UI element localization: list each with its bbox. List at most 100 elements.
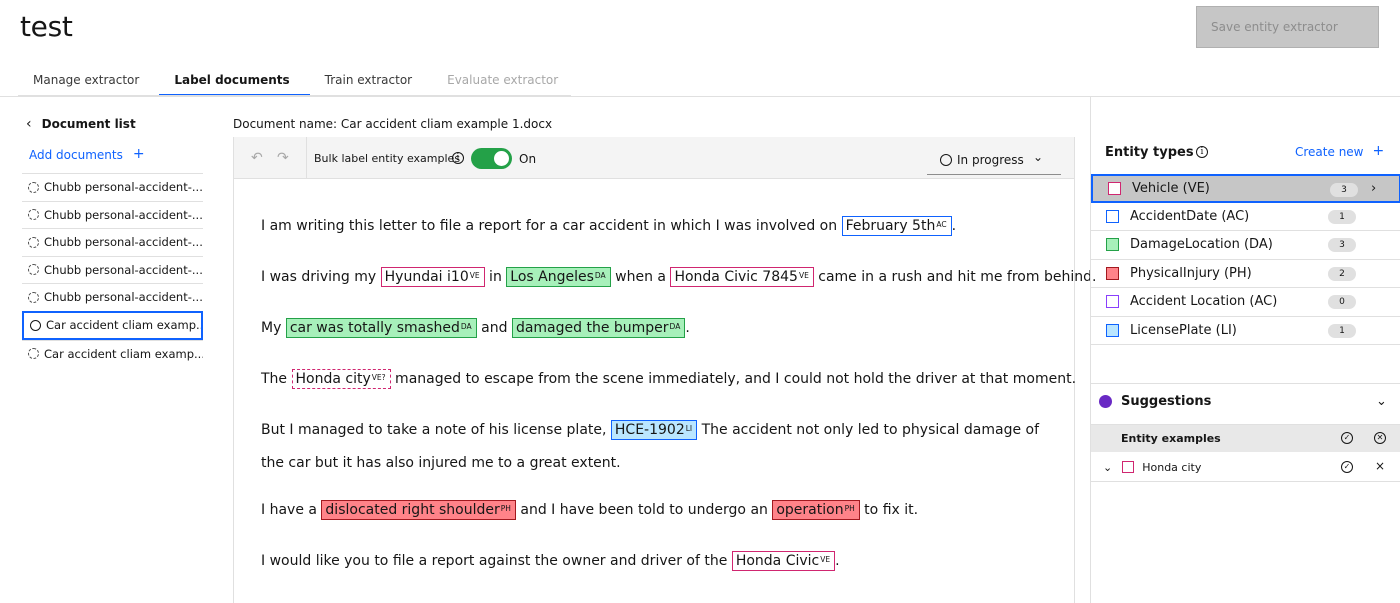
entity-type-list: Vehicle (VE) 3 › AccidentDate (AC) 1 DamageLo…	[1091, 174, 1400, 345]
document-name: Document name: Car accident cliam exampl…	[233, 117, 553, 131]
annotation-text: car was totally smashed	[289, 320, 460, 336]
entity-color-swatch	[1106, 209, 1119, 223]
entity-type-item[interactable]: Accident Location (AC) 0	[1091, 288, 1400, 317]
info-icon[interactable]: i	[452, 152, 464, 164]
document-list-item[interactable]: Chubb personal-accident-...	[22, 255, 203, 284]
suggestions-header[interactable]: Suggestions	[1099, 394, 1211, 409]
suggestions-dot-icon	[1099, 395, 1112, 408]
toolbar-divider	[306, 137, 307, 179]
entity-annotation[interactable]: Los AngelesDA	[506, 267, 611, 287]
entity-annotation[interactable]: Honda CivicVE	[731, 551, 836, 571]
save-entity-extractor-button[interactable]: Save entity extractor	[1196, 6, 1379, 48]
tab-train-extractor[interactable]: Train extractor	[310, 66, 432, 96]
not-started-icon	[28, 348, 39, 360]
tab-manage-extractor[interactable]: Manage extractor	[18, 66, 159, 96]
not-started-icon	[28, 236, 39, 248]
entity-annotation[interactable]: Honda cityVE?	[291, 369, 391, 389]
entity-type-label: Vehicle (VE)	[1132, 180, 1210, 196]
undo-icon[interactable]: ↶	[251, 150, 263, 166]
create-new-link[interactable]: Create new +	[1295, 144, 1385, 159]
annotation-text: HCE-1902	[614, 422, 685, 438]
redo-icon[interactable]: ↷	[277, 150, 289, 166]
entity-annotation[interactable]: Honda Civic 7845VE	[670, 267, 814, 287]
plus-icon[interactable]: +	[1373, 144, 1385, 159]
document-sidebar: ‹ Document list Add documents + Chubb pe…	[0, 97, 216, 603]
document-paragraph: I am writing this letter to file a repor…	[261, 215, 1051, 238]
entity-annotation[interactable]: Hyundai i10VE	[380, 267, 485, 287]
annotation-tag: DA	[594, 271, 606, 280]
document-list-item[interactable]: Car accident cliam examp...	[22, 310, 203, 340]
reject-icon[interactable]: ×	[1375, 459, 1385, 473]
entity-annotation[interactable]: dislocated right shoulderPH	[321, 500, 516, 520]
annotation-text: damaged the bumper	[515, 320, 669, 336]
chevron-down-icon: ⌄	[1032, 150, 1043, 164]
chevron-right-icon[interactable]: ›	[1371, 181, 1376, 196]
document-toolbar: ↶ ↷ Bulk label entity examples i On In p…	[234, 137, 1074, 179]
paragraph-text: and	[476, 320, 512, 336]
paragraph-text: .	[951, 218, 957, 234]
entity-color-swatch	[1106, 238, 1119, 252]
document-list-item[interactable]: Chubb personal-accident-...	[22, 283, 203, 311]
in-progress-icon	[30, 319, 41, 331]
paragraph-text: I was driving my	[261, 269, 381, 285]
tab-evaluate-extractor: Evaluate extractor	[447, 73, 559, 87]
document-list-item[interactable]: Chubb personal-accident-...	[22, 173, 203, 201]
entity-count-badge: 1	[1328, 323, 1356, 338]
paragraph-text: managed to escape from the scene immedia…	[390, 371, 1077, 387]
annotation-text: Los Angeles	[510, 269, 594, 285]
paragraph-text: came in a rush and hit me from behind.	[813, 269, 1097, 285]
annotation-tag: PH	[500, 504, 511, 513]
entity-color-swatch	[1122, 461, 1135, 473]
info-icon[interactable]: i	[1196, 146, 1208, 158]
document-name-label: Chubb personal-accident-...	[44, 235, 203, 250]
entity-annotation[interactable]: HCE-1902LI	[610, 420, 698, 440]
document-list: Chubb personal-accident-... Chubb persona…	[22, 173, 203, 367]
chevron-down-icon[interactable]: ⌄	[1103, 461, 1112, 474]
annotation-text: dislocated right shoulder	[325, 502, 500, 518]
entity-type-label: LicensePlate (LI)	[1130, 322, 1237, 338]
entity-type-item[interactable]: Vehicle (VE) 3 ›	[1091, 174, 1400, 203]
paragraph-text: and I have been told to undergo an	[515, 502, 773, 518]
suggestions-title: Suggestions	[1121, 394, 1212, 409]
entity-count-badge: 2	[1328, 266, 1356, 281]
paragraph-text: My	[261, 320, 286, 336]
entity-type-item[interactable]: AccidentDate (AC) 1	[1091, 203, 1400, 231]
bulk-label-toggle[interactable]	[471, 148, 512, 169]
annotation-tag: VE?	[371, 373, 386, 382]
annotation-tag: VE	[798, 271, 809, 280]
suggestion-label: Honda city	[1142, 460, 1202, 474]
entity-type-item[interactable]: DamageLocation (DA) 3	[1091, 231, 1400, 260]
entity-annotation[interactable]: operationPH	[772, 500, 860, 520]
add-documents-link[interactable]: Add documents +	[29, 147, 145, 162]
annotation-tag: VE	[820, 555, 831, 564]
entity-type-label: DamageLocation (DA)	[1130, 237, 1273, 253]
status-dropdown[interactable]: In progress ⌄	[927, 145, 1061, 175]
document-name-label: Chubb personal-accident-...	[44, 290, 203, 305]
entity-type-item[interactable]: LicensePlate (LI) 1	[1091, 317, 1400, 345]
accept-icon[interactable]: ✓	[1341, 461, 1353, 473]
tab-label-documents[interactable]: Label documents	[159, 66, 310, 96]
document-list-item[interactable]: Chubb personal-accident-...	[22, 200, 203, 229]
entity-types-title: Entity types	[1105, 145, 1194, 160]
chevron-down-icon[interactable]: ⌄	[1376, 394, 1387, 409]
entity-annotation[interactable]: damaged the bumperDA	[511, 318, 686, 338]
document-paragraph: But I managed to take a note of his lice…	[261, 414, 1051, 480]
entity-annotation[interactable]: car was totally smashedDA	[285, 318, 477, 338]
entity-type-item[interactable]: PhysicalInjury (PH) 2	[1091, 260, 1400, 288]
accept-all-icon[interactable]: ✓	[1341, 432, 1353, 444]
plus-icon[interactable]: +	[133, 147, 145, 162]
annotation-text: Honda Civic	[735, 553, 820, 569]
add-documents-label[interactable]: Add documents	[29, 148, 123, 162]
tab-bar: Manage extractor Label documents Train e…	[18, 66, 578, 96]
paragraph-text: I am writing this letter to file a repor…	[261, 218, 842, 234]
document-panel: ↶ ↷ Bulk label entity examples i On In p…	[233, 137, 1096, 603]
create-new-label[interactable]: Create new	[1295, 145, 1364, 159]
entity-annotation[interactable]: February 5thAC	[841, 216, 952, 236]
chevron-left-icon[interactable]: ‹	[26, 116, 32, 132]
document-list-item[interactable]: Car accident cliam examp...	[22, 339, 203, 368]
annotation-text: Honda city	[295, 371, 371, 387]
document-list-item[interactable]: Chubb personal-accident-...	[22, 228, 203, 256]
document-list-header[interactable]: ‹ Document list	[26, 116, 136, 132]
paragraph-text: .	[835, 553, 840, 569]
reject-all-icon[interactable]: ✕	[1374, 432, 1386, 444]
